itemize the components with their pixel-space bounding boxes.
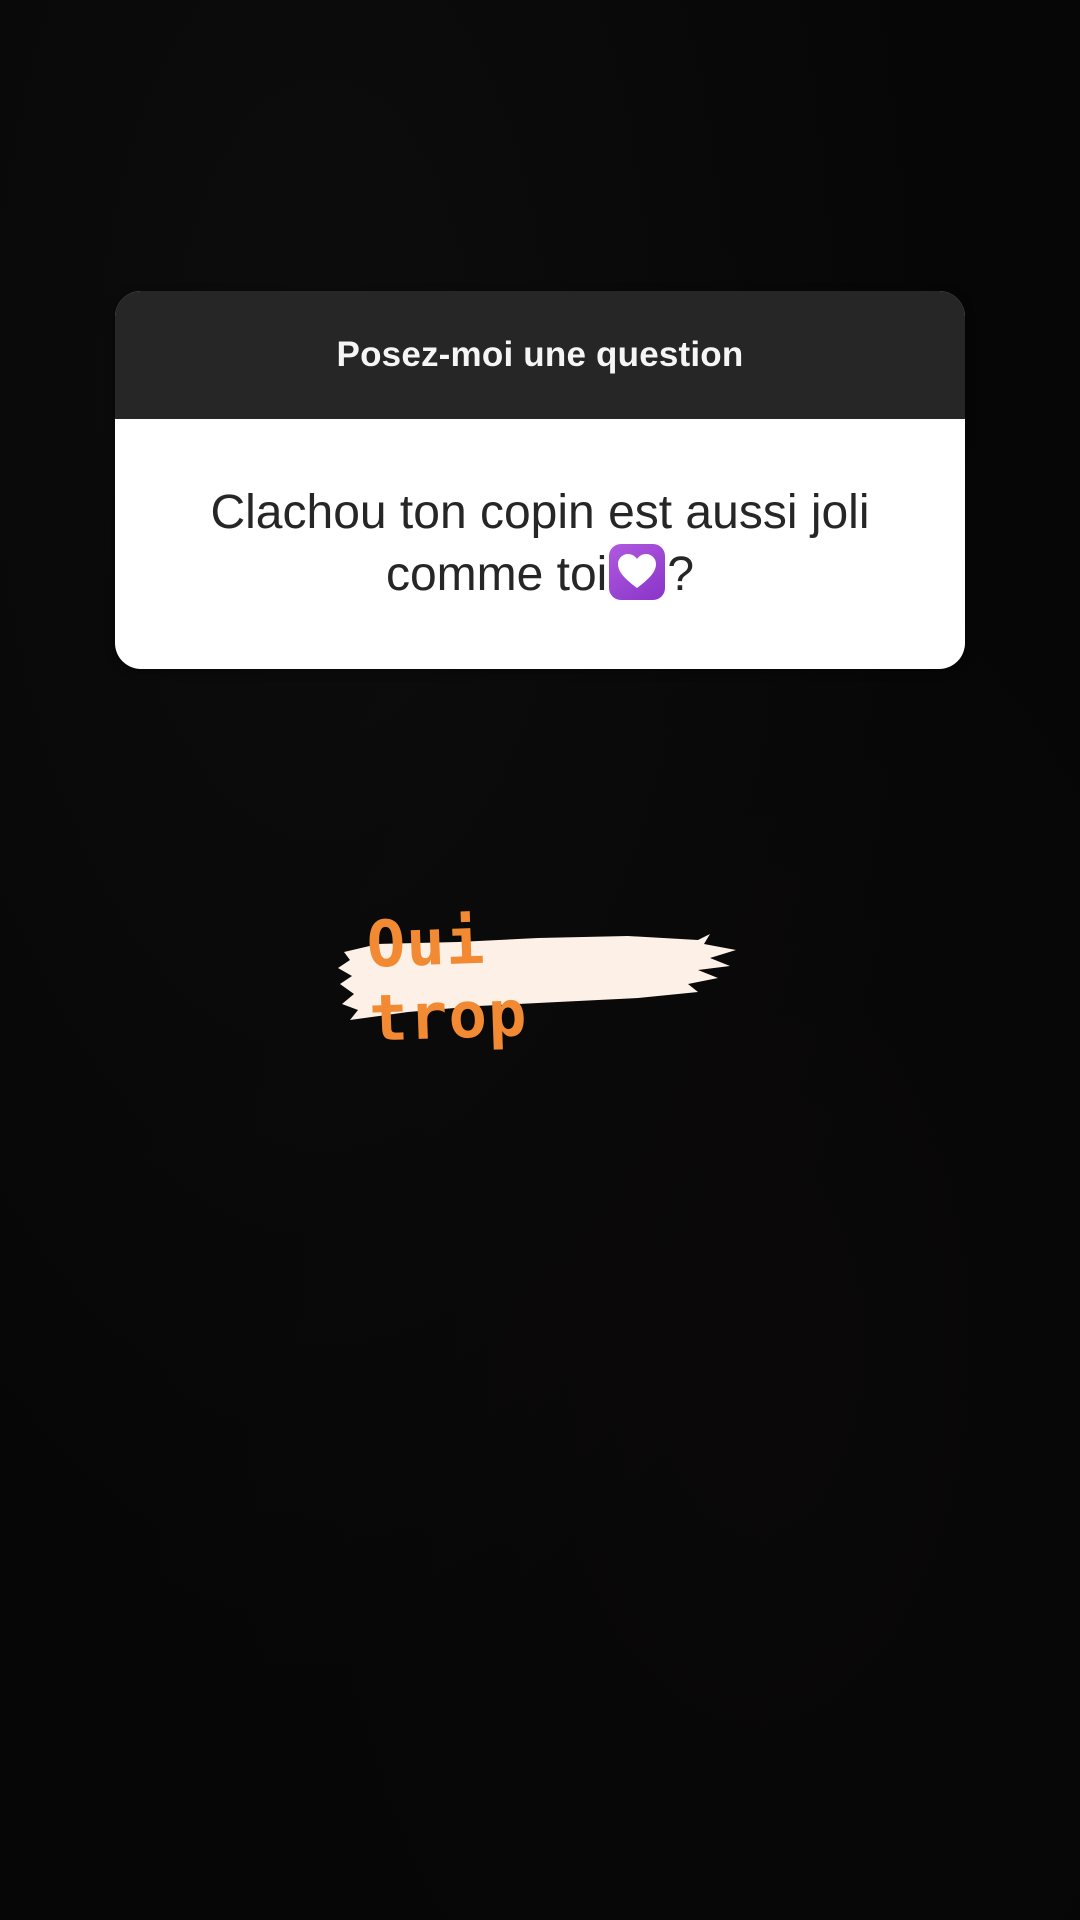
question-end-mark: ? <box>667 548 695 601</box>
question-sticker[interactable]: Posez-moi une question Clachou ton copin… <box>115 291 965 669</box>
purple-heart-icon <box>609 544 666 600</box>
question-sticker-header: Posez-moi une question <box>115 291 965 419</box>
answer-text: Oui trop <box>365 904 529 1057</box>
question-text: Clachou ton copin est aussi joli comme t… <box>210 486 870 601</box>
answer-text-sticker[interactable]: Oui trop <box>338 905 742 1057</box>
question-sticker-title: Posez-moi une question <box>336 335 744 374</box>
question-sticker-body: Clachou ton copin est aussi joli comme t… <box>115 419 965 669</box>
story-canvas: Posez-moi une question Clachou ton copin… <box>0 0 1080 1920</box>
question-text-block: Clachou ton copin est aussi joli comme t… <box>175 482 905 606</box>
